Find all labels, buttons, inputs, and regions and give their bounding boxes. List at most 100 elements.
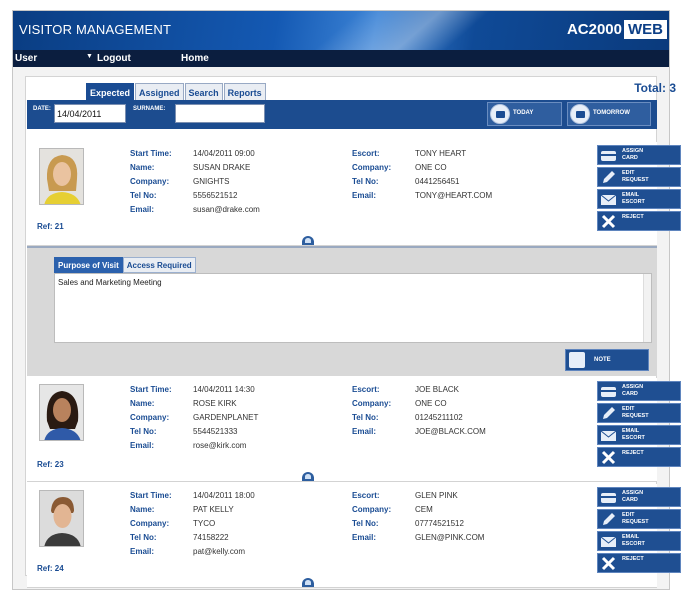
escort-company-label: Company: bbox=[352, 399, 392, 408]
email-value: rose@kirk.com bbox=[193, 441, 247, 450]
edit-request-label: EDIT REQUEST bbox=[622, 170, 649, 183]
assign-card-button[interactable]: ASSIGN CARD bbox=[597, 381, 681, 401]
edit-request-label: EDIT REQUEST bbox=[622, 512, 649, 525]
surname-label: SURNAME: bbox=[133, 106, 166, 112]
email-escort-button[interactable]: EMAIL ESCORT bbox=[597, 189, 681, 209]
expand-toggle-icon[interactable] bbox=[302, 472, 314, 481]
name-label: Name: bbox=[130, 505, 155, 514]
escort-email-label: Email: bbox=[352, 427, 377, 436]
name-label: Name: bbox=[130, 399, 155, 408]
escort-email-value: JOE@BLACK.COM bbox=[415, 427, 486, 436]
visitor-card: Ref: 21 Start Time: Name: Company: Tel N… bbox=[27, 142, 681, 246]
home-link[interactable]: Home bbox=[181, 53, 209, 64]
escort-email-label: Email: bbox=[352, 191, 377, 200]
note-icon bbox=[569, 352, 585, 368]
card-icon bbox=[600, 148, 617, 163]
expand-toggle-icon[interactable] bbox=[302, 578, 314, 587]
escort-company-label: Company: bbox=[352, 163, 392, 172]
logout-link[interactable]: Logout bbox=[97, 53, 131, 64]
escort-label: Escort: bbox=[352, 149, 380, 158]
company-value: GARDENPLANET bbox=[193, 413, 259, 422]
visitor-actions: ASSIGN CARD EDIT REQUEST EMAIL ESCORT RE… bbox=[597, 487, 681, 575]
close-icon bbox=[600, 214, 617, 229]
tel-value: 5544521333 bbox=[193, 427, 238, 436]
calendar-icon bbox=[570, 104, 590, 124]
visitor-card: Ref: 23 Start Time: Name: Company: Tel N… bbox=[27, 378, 681, 482]
email-escort-label: EMAIL ESCORT bbox=[622, 534, 645, 547]
assign-card-label: ASSIGN CARD bbox=[622, 490, 644, 503]
purpose-text-area[interactable]: Sales and Marketing Meeting bbox=[54, 273, 652, 343]
name-value: PAT KELLY bbox=[193, 505, 234, 514]
email-escort-label: EMAIL ESCORT bbox=[622, 192, 645, 205]
company-label: Company: bbox=[130, 177, 170, 186]
app-title: VISITOR MANAGEMENT bbox=[19, 22, 172, 37]
escort-tel-value: 01245211102 bbox=[415, 413, 463, 422]
envelope-icon bbox=[600, 428, 617, 443]
total-count: Total: 3 bbox=[634, 81, 676, 95]
escort-email-value: GLEN@PINK.COM bbox=[415, 533, 485, 542]
date-field[interactable]: 14/04/2011 bbox=[54, 104, 126, 123]
note-button[interactable]: NOTE bbox=[565, 349, 649, 371]
start-time-label: Start Time: bbox=[130, 385, 172, 394]
reject-label: REJECT bbox=[622, 556, 644, 562]
assign-card-label: ASSIGN CARD bbox=[622, 148, 644, 161]
tab-purpose-of-visit[interactable]: Purpose of Visit bbox=[54, 257, 123, 273]
edit-request-button[interactable]: EDIT REQUEST bbox=[597, 509, 681, 529]
assign-card-button[interactable]: ASSIGN CARD bbox=[597, 487, 681, 507]
tel-label: Tel No: bbox=[130, 191, 157, 200]
pencil-icon bbox=[600, 406, 617, 421]
pencil-icon bbox=[600, 170, 617, 185]
escort-value: GLEN PINK bbox=[415, 491, 458, 500]
brand-suffix: WEB bbox=[624, 20, 667, 39]
today-button[interactable]: TODAY bbox=[487, 102, 562, 126]
brand-name: AC2000 bbox=[566, 21, 622, 38]
pencil-icon bbox=[600, 512, 617, 527]
company-value: GNIGHTS bbox=[193, 177, 230, 186]
start-time-value: 14/04/2011 14:30 bbox=[193, 385, 255, 394]
start-time-value: 14/04/2011 18:00 bbox=[193, 491, 255, 500]
expand-toggle-icon[interactable] bbox=[302, 236, 314, 245]
user-menu[interactable]: User bbox=[15, 53, 37, 64]
surname-field[interactable] bbox=[175, 104, 265, 123]
date-label: DATE: bbox=[33, 106, 51, 112]
escort-tel-label: Tel No: bbox=[352, 413, 379, 422]
email-escort-button[interactable]: EMAIL ESCORT bbox=[597, 531, 681, 551]
company-label: Company: bbox=[130, 413, 170, 422]
escort-tel-value: 0441256451 bbox=[415, 177, 460, 186]
escort-value: JOE BLACK bbox=[415, 385, 460, 394]
edit-request-button[interactable]: EDIT REQUEST bbox=[597, 403, 681, 423]
tab-access-required[interactable]: Access Required bbox=[122, 257, 196, 273]
tomorrow-button[interactable]: TOMORROW bbox=[567, 102, 651, 126]
visit-detail-panel: Purpose of Visit Access Required Sales a… bbox=[27, 246, 657, 376]
escort-tel-label: Tel No: bbox=[352, 519, 379, 528]
card-icon bbox=[600, 384, 617, 399]
assign-card-button[interactable]: ASSIGN CARD bbox=[597, 145, 681, 165]
assign-card-label: ASSIGN CARD bbox=[622, 384, 644, 397]
email-value: pat@kelly.com bbox=[193, 547, 245, 556]
tomorrow-label: TOMORROW bbox=[593, 110, 630, 116]
tel-label: Tel No: bbox=[130, 533, 157, 542]
reject-button[interactable]: REJECT bbox=[597, 553, 681, 573]
escort-label: Escort: bbox=[352, 385, 380, 394]
name-value: SUSAN DRAKE bbox=[193, 163, 251, 172]
email-escort-button[interactable]: EMAIL ESCORT bbox=[597, 425, 681, 445]
today-label: TODAY bbox=[513, 110, 534, 116]
escort-email-label: Email: bbox=[352, 533, 377, 542]
reject-button[interactable]: REJECT bbox=[597, 211, 681, 231]
escort-email-value: TONY@HEART.COM bbox=[415, 191, 493, 200]
reject-button[interactable]: REJECT bbox=[597, 447, 681, 467]
visitor-card: Ref: 24 Start Time: Name: Company: Tel N… bbox=[27, 484, 681, 588]
visitor-actions: ASSIGN CARD EDIT REQUEST EMAIL ESCORT RE… bbox=[597, 145, 681, 233]
close-icon bbox=[600, 556, 617, 571]
caret-down-icon[interactable]: ▼ bbox=[86, 53, 93, 60]
tel-value: 5556521512 bbox=[193, 191, 238, 200]
card-icon bbox=[600, 490, 617, 505]
scrollbar[interactable] bbox=[643, 274, 651, 342]
visitor-ref: Ref: 24 bbox=[37, 564, 64, 573]
edit-request-button[interactable]: EDIT REQUEST bbox=[597, 167, 681, 187]
escort-tel-label: Tel No: bbox=[352, 177, 379, 186]
tel-value: 74158222 bbox=[193, 533, 229, 542]
edit-request-label: EDIT REQUEST bbox=[622, 406, 649, 419]
email-label: Email: bbox=[130, 441, 155, 450]
visitor-photo bbox=[39, 384, 84, 441]
